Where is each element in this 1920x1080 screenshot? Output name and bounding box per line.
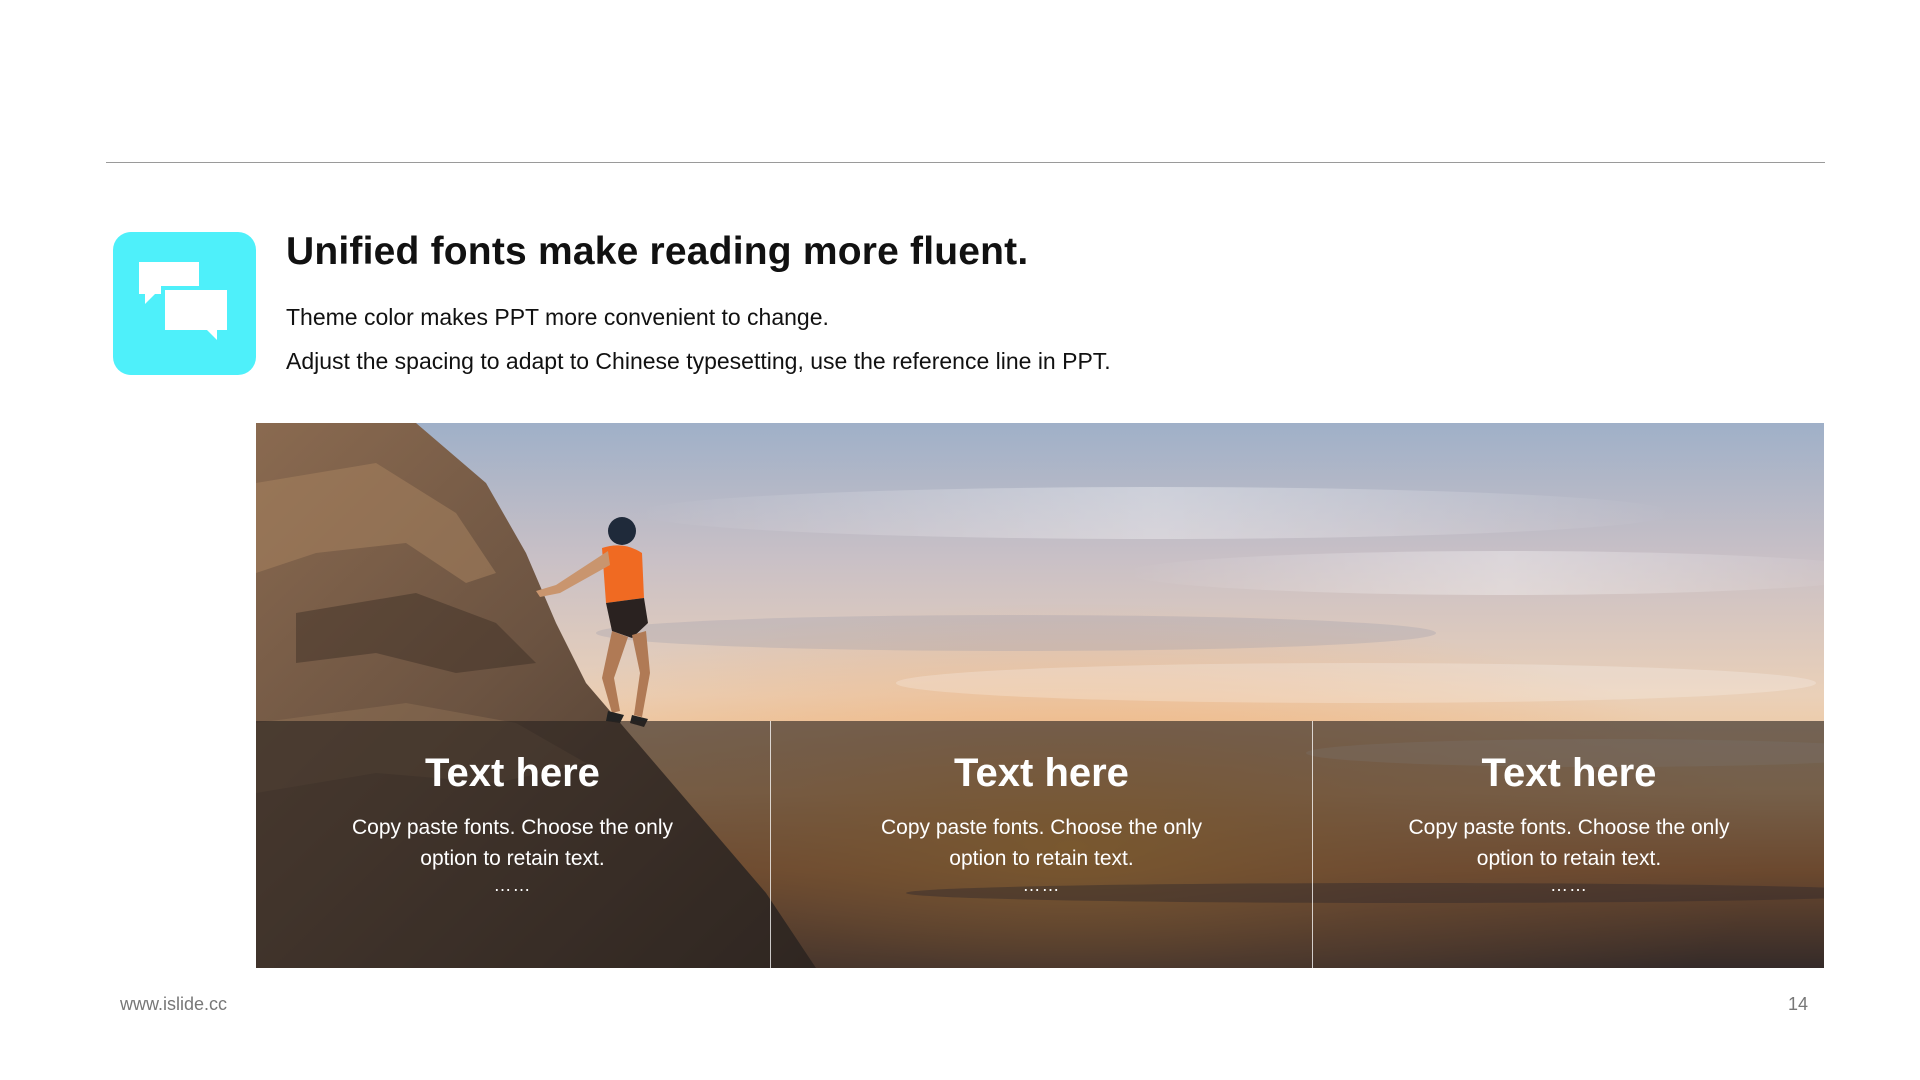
text-panel-3: Text here Copy paste fonts. Choose the o…: [1312, 721, 1824, 968]
panel-title: Text here: [1481, 751, 1657, 795]
panel-title: Text here: [954, 751, 1129, 795]
panel-ellipsis: ……: [493, 875, 532, 895]
rock-climber-at-sunset-image: Text here Copy paste fonts. Choose the o…: [256, 423, 1824, 968]
panel-title: Text here: [425, 751, 600, 795]
header-divider: [106, 162, 1825, 163]
panel-ellipsis: ……: [1022, 875, 1061, 895]
footer-url: www.islide.cc: [120, 994, 228, 1014]
slide-heading: Unified fonts make reading more fluent.: [286, 230, 1029, 273]
chat-bubbles-icon: [139, 262, 231, 346]
text-panel-1: Text here Copy paste fonts. Choose the o…: [256, 721, 769, 968]
icon-badge: [113, 232, 256, 375]
subtitle-line-1: Theme color makes PPT more convenient to…: [286, 304, 829, 330]
panel-text: Copy paste fonts. Choose the only option…: [1408, 816, 1730, 870]
panel-text: Copy paste fonts. Choose the only option…: [351, 816, 674, 870]
slide: Unified fonts make reading more fluent. …: [0, 0, 1920, 1080]
panel-text: Copy paste fonts. Choose the only option…: [880, 816, 1203, 870]
caption-overlay: Text here Copy paste fonts. Choose the o…: [256, 721, 1824, 968]
subtitle-line-2: Adjust the spacing to adapt to Chinese t…: [286, 348, 1111, 374]
page-number: 14: [1787, 994, 1808, 1014]
panel-ellipsis: ……: [1550, 875, 1588, 895]
text-panel-2: Text here Copy paste fonts. Choose the o…: [770, 721, 1312, 968]
